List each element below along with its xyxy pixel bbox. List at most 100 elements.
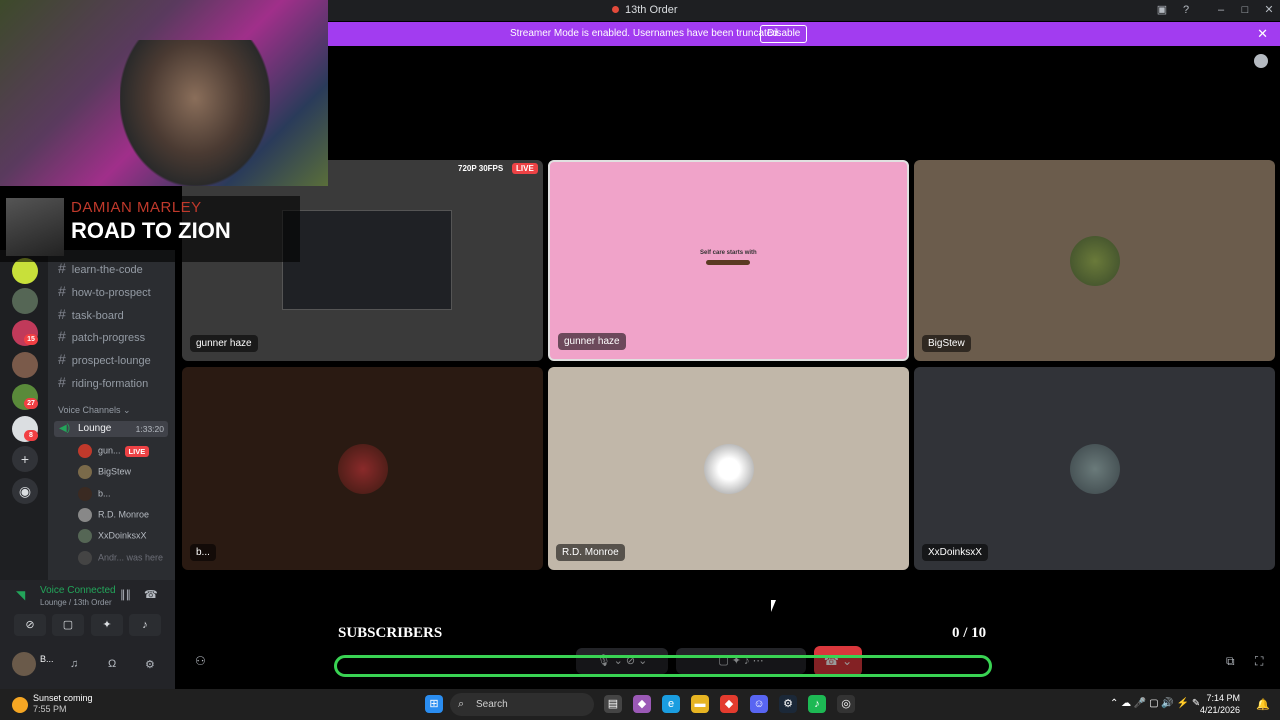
window-title-text: 13th Order [625, 4, 678, 16]
voice-user[interactable]: b... [78, 487, 111, 503]
noise-suppression-icon[interactable]: ∥∥ [120, 588, 131, 601]
close-window-button[interactable]: ✕ [1262, 3, 1276, 17]
mention-badge: 15 [24, 334, 38, 345]
channel-learn-the-code[interactable]: # learn-the-code [58, 260, 143, 276]
banner-message: Streamer Mode is enabled. Usernames have… [510, 28, 781, 39]
app-icon-red[interactable]: ◆ [720, 695, 738, 713]
discord-icon[interactable]: ☺ [750, 695, 768, 713]
tile-label: b... [190, 544, 216, 561]
windows-start-icon[interactable]: ⊞ [425, 695, 443, 713]
hash-icon: # [58, 283, 66, 299]
voice-user[interactable]: Andr... was here [78, 551, 163, 567]
tile-label: gunner haze [190, 335, 258, 352]
edge-icon[interactable]: e [662, 695, 680, 713]
webcam-overlay [0, 0, 328, 186]
server-icon[interactable] [12, 288, 38, 314]
tile-label: R.D. Monroe [556, 544, 625, 561]
obs-icon[interactable]: ◎ [837, 695, 855, 713]
now-playing-artist: DAMIAN MARLEY [71, 199, 202, 216]
inbox-icon[interactable]: ▣ [1155, 3, 1169, 17]
voice-channels-header[interactable]: Voice Channels ⌄ [58, 405, 131, 416]
disable-streamer-mode-button[interactable]: Disable [760, 25, 808, 43]
username[interactable]: B... [40, 654, 54, 664]
maximize-button[interactable]: □ [1238, 3, 1252, 17]
notification-icon[interactable]: 🔔 [1256, 698, 1270, 711]
close-banner-icon[interactable]: ✕ [1257, 26, 1268, 42]
voice-location[interactable]: Lounge / 13th Order [40, 598, 112, 607]
avatar[interactable] [12, 652, 36, 676]
voice-channel-name: Lounge [78, 423, 112, 434]
headphones-icon[interactable]: Ω [108, 658, 116, 670]
copilot-icon[interactable]: ◆ [633, 695, 651, 713]
avatar [78, 487, 92, 501]
avatar [1069, 235, 1120, 286]
fullscreen-icon[interactable]: ⛶ [1255, 654, 1263, 669]
streamer-figure [120, 40, 270, 186]
soundboard-icon[interactable]: ♪ [129, 614, 161, 636]
server-icon[interactable] [12, 352, 38, 378]
album-art [6, 198, 64, 256]
file-explorer-icon[interactable]: ▬ [691, 695, 709, 713]
channel-task-board[interactable]: # task-board [58, 306, 124, 322]
user-bar: B... ♫ Ω ⚙ [0, 648, 175, 682]
live-badge: LIVE [512, 163, 538, 174]
channel-how-to-prospect[interactable]: # how-to-prospect [58, 283, 151, 299]
tile-rd-monroe[interactable]: R.D. Monroe [548, 367, 909, 570]
add-server-icon[interactable]: + [12, 446, 38, 472]
voice-user[interactable]: BigStew [78, 465, 131, 481]
window-title: 13th Order [612, 4, 678, 16]
camera-off-icon[interactable]: ⊘ [14, 614, 46, 636]
settings-gear-icon[interactable]: ⚙ [145, 658, 155, 671]
weather-line2[interactable]: 7:55 PM [33, 704, 67, 714]
subscribers-progress-bar [334, 655, 992, 677]
now-playing-song: ROAD TO ZION [71, 218, 231, 243]
mention-badge: 27 [24, 398, 38, 409]
task-view-icon[interactable]: ▤ [604, 695, 622, 713]
avatar [78, 529, 92, 543]
voice-channel-time: 1:33:20 [135, 424, 164, 434]
discover-icon[interactable]: ◉ [12, 478, 38, 504]
app-icon [612, 6, 619, 13]
tile-xxdoinksxx[interactable]: XxDoinksxX [914, 367, 1275, 570]
screen-share-icon[interactable]: ▢ [52, 614, 84, 636]
weather-icon[interactable] [12, 697, 28, 713]
microphone-icon[interactable]: ♫ [70, 658, 78, 670]
invite-icon[interactable]: ⚇ [195, 654, 206, 668]
tile-label: BigStew [922, 335, 971, 352]
voice-user[interactable]: XxDoinksxX [78, 529, 147, 545]
avatar [78, 444, 92, 458]
stream-quality: 720P 30FPS [458, 164, 504, 173]
voice-user[interactable]: R.D. Monroe [78, 508, 149, 524]
channel-prospect-lounge[interactable]: # prospect-lounge [58, 351, 151, 367]
signal-icon[interactable]: ◥ [16, 588, 25, 602]
taskbar-search[interactable]: Search [450, 693, 594, 716]
popout-icon[interactable]: ⧉ [1226, 654, 1235, 669]
hash-icon: # [58, 351, 66, 367]
avatar [78, 465, 92, 479]
tile-bigstew[interactable]: BigStew [914, 160, 1275, 361]
tile-b[interactable]: b... [182, 367, 543, 570]
taskbar-date[interactable]: 4/21/2026 [1200, 705, 1240, 715]
camera-tile-gunner-haze[interactable]: Self care starts with gunner haze [548, 160, 909, 361]
steam-icon[interactable]: ⚙ [779, 695, 797, 713]
channel-label: riding-formation [71, 378, 149, 390]
help-icon[interactable]: ? [1179, 3, 1193, 17]
voice-user-status: was here [126, 552, 164, 563]
activities-icon[interactable]: ✦ [91, 614, 123, 636]
voice-status[interactable]: Voice Connected [40, 585, 116, 596]
channel-label: task-board [71, 310, 124, 322]
channel-patch-progress[interactable]: # patch-progress [58, 328, 145, 344]
tile-label: gunner haze [558, 333, 626, 350]
voice-user[interactable]: gun... LIVE [78, 444, 150, 460]
channel-riding-formation[interactable]: # riding-formation [58, 374, 148, 390]
avatar [1069, 443, 1120, 494]
tray-icons[interactable]: ⌃ ☁ 🎤 ▢ 🔊 ⚡ ✎ [1110, 698, 1200, 709]
minimize-button[interactable]: – [1214, 3, 1228, 17]
chat-icon[interactable] [1254, 54, 1268, 68]
spotify-icon[interactable]: ♪ [808, 695, 826, 713]
disconnect-icon[interactable]: ☎ [144, 588, 158, 601]
voice-channel-lounge[interactable]: ◀) Lounge 1:33:20 [54, 421, 168, 437]
taskbar-time[interactable]: 7:14 PM [1206, 693, 1240, 703]
weather-line1[interactable]: Sunset coming [33, 693, 93, 703]
channel-label: how-to-prospect [71, 287, 151, 299]
